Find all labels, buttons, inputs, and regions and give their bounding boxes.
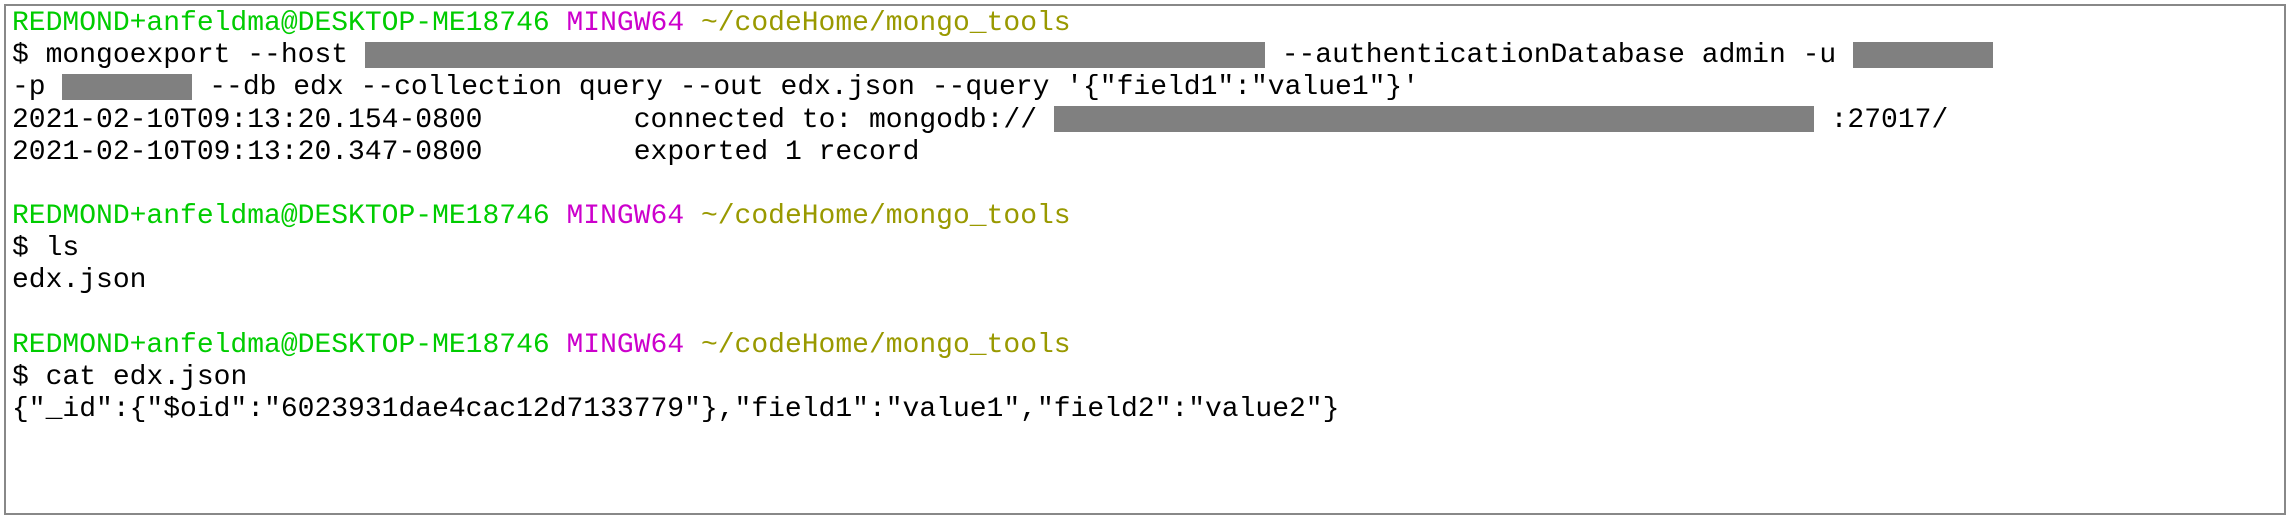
- redacted-host: [365, 42, 1265, 68]
- prompt-env: MINGW64: [567, 330, 685, 361]
- prompt-line: REDMOND+anfeldma@DESKTOP-ME18746 MINGW64…: [12, 330, 2278, 362]
- prompt-user: REDMOND+anfeldma@DESKTOP-ME18746: [12, 330, 550, 361]
- prompt-symbol: $: [12, 362, 29, 393]
- output-line: edx.json: [12, 265, 2278, 297]
- prompt-symbol: $: [12, 233, 29, 264]
- output-json: {"_id":{"$oid":"6023931dae4cac12d7133779…: [12, 394, 1339, 425]
- redacted-connection: [1054, 106, 1814, 132]
- command-text: --db edx --collection query --out edx.js…: [209, 72, 1419, 103]
- prompt-line: REDMOND+anfeldma@DESKTOP-ME18746 MINGW64…: [12, 201, 2278, 233]
- prompt-path: ~/codeHome/mongo_tools: [701, 330, 1071, 361]
- prompt-user: REDMOND+anfeldma@DESKTOP-ME18746: [12, 8, 550, 39]
- redacted-password: [62, 74, 192, 100]
- prompt-env: MINGW64: [567, 8, 685, 39]
- prompt-line: REDMOND+anfeldma@DESKTOP-ME18746 MINGW64…: [12, 8, 2278, 40]
- prompt-user: REDMOND+anfeldma@DESKTOP-ME18746: [12, 201, 550, 232]
- output-text: :27017/: [1831, 105, 1949, 136]
- redacted-user: [1853, 42, 1993, 68]
- output-text: exported 1 record: [634, 137, 920, 168]
- command-text: mongoexport --host: [46, 40, 365, 71]
- output-line: 2021-02-10T09:13:20.154-0800 connected t…: [12, 105, 2278, 137]
- prompt-path: ~/codeHome/mongo_tools: [701, 8, 1071, 39]
- blank-line: [12, 169, 2278, 201]
- command-text: ls: [46, 233, 80, 264]
- output-timestamp: 2021-02-10T09:13:20.347-0800: [12, 137, 482, 168]
- blank-line: [12, 298, 2278, 330]
- terminal-window[interactable]: REDMOND+anfeldma@DESKTOP-ME18746 MINGW64…: [4, 4, 2286, 515]
- output-text: edx.json: [12, 265, 146, 296]
- prompt-symbol: $: [12, 40, 29, 71]
- output-line: 2021-02-10T09:13:20.347-0800 exported 1 …: [12, 137, 2278, 169]
- prompt-env: MINGW64: [567, 201, 685, 232]
- command-line: $ cat edx.json: [12, 362, 2278, 394]
- command-line: $ mongoexport --host --authenticationDat…: [12, 40, 2278, 72]
- output-text: connected to: mongodb://: [634, 105, 1037, 136]
- output-timestamp: 2021-02-10T09:13:20.154-0800: [12, 105, 482, 136]
- prompt-path: ~/codeHome/mongo_tools: [701, 201, 1071, 232]
- command-line: $ ls: [12, 233, 2278, 265]
- command-text: -p: [12, 72, 62, 103]
- command-text: --authenticationDatabase admin -u: [1282, 40, 1853, 71]
- command-text: cat edx.json: [46, 362, 248, 393]
- command-line-cont: -p --db edx --collection query --out edx…: [12, 72, 2278, 104]
- output-line: {"_id":{"$oid":"6023931dae4cac12d7133779…: [12, 394, 2278, 426]
